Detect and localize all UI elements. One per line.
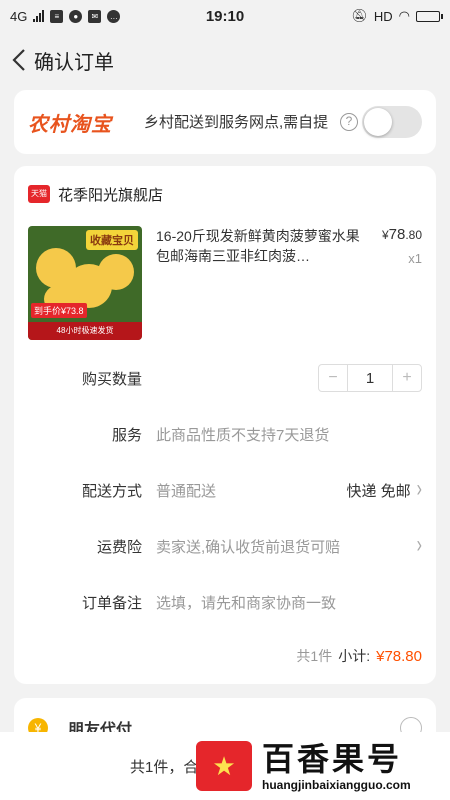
service-label: 服务	[111, 426, 142, 444]
status-right: 🔕︎ HD ◠	[270, 8, 443, 24]
order-summary: 共1件 小计: ¥78.80	[28, 646, 422, 666]
qq-icon: ●	[69, 9, 83, 23]
page-title: 确认订单	[34, 51, 114, 74]
rural-delivery-toggle[interactable]	[362, 106, 422, 138]
hd-label: HD	[373, 8, 393, 24]
wifi-icon: ◠	[398, 8, 410, 23]
bottom-count: 共1件，合	[130, 758, 199, 776]
watermark-url: huangjinbaixiangguo.com	[262, 778, 411, 792]
message-icon: …	[107, 9, 121, 23]
product-row[interactable]: 收藏宝贝 到手价¥73.8 48小时极速发货 16-20斤现发新鲜黄肉菠萝蜜水果…	[28, 226, 422, 340]
shop-header[interactable]: 天猫 花季阳光旗舰店	[28, 180, 422, 208]
toggle-knob	[364, 108, 392, 136]
mute-icon: 🔕︎	[351, 8, 368, 23]
product-title: 16-20斤现发新鲜黄肉菠萝蜜水果包邮海南三亚非红肉菠…	[156, 228, 360, 264]
watermark: ★ 百香果号 huangjinbaixiangguo.com	[190, 732, 450, 800]
insurance-right: ›	[417, 533, 422, 559]
rural-taobao-logo: 农村淘宝	[28, 113, 112, 136]
chevron-right-icon: ›	[416, 532, 422, 559]
product-price-col: ¥78.80 x1	[364, 226, 422, 340]
insurance-label: 运费险	[96, 538, 142, 556]
service-row: 服务 此商品性质不支持7天退货	[28, 406, 422, 462]
tmall-icon: 天猫	[28, 185, 50, 203]
subtotal-label: 小计:	[338, 648, 371, 664]
news-app-icon: ≡	[50, 9, 64, 23]
watermark-title: 百香果号	[262, 741, 403, 777]
insurance-value: 卖家送,确认收货前退货可赔	[156, 538, 341, 556]
network-label: 4G	[10, 8, 28, 24]
status-bar: 4G ≡ ● ✉ … 19:10 🔕︎ HD ◠	[0, 0, 450, 32]
image-banner: 收藏宝贝	[86, 230, 138, 250]
nav-bar: 确认订单	[0, 32, 450, 88]
quantity-value[interactable]: 1	[347, 365, 393, 391]
watermark-text: 百香果号 huangjinbaixiangguo.com	[252, 740, 411, 792]
shop-name: 花季阳光旗舰店	[58, 186, 164, 204]
summary-count: 共1件	[296, 648, 333, 664]
product-image: 收藏宝贝 到手价¥73.8 48小时极速发货	[28, 226, 142, 340]
product-qty: x1	[408, 251, 422, 266]
signal-icon	[33, 10, 45, 22]
status-left: 4G ≡ ● ✉ …	[10, 9, 180, 24]
delivery-row[interactable]: 配送方式 普通配送 快递 免邮 ›	[28, 462, 422, 518]
delivery-value: 普通配送	[156, 482, 217, 500]
battery-icon	[416, 10, 443, 22]
rural-delivery-card: 农村淘宝 乡村配送到服务网点,需自提 ?	[14, 90, 436, 154]
insurance-row[interactable]: 运费险 卖家送,确认收货前退货可赔 ›	[28, 518, 422, 574]
product-price: ¥78.80	[381, 226, 422, 243]
watermark-logo: ★	[196, 741, 252, 791]
quantity-label: 购买数量	[81, 370, 142, 388]
image-strip: 48小时极速发货	[28, 322, 142, 340]
note-row: 订单备注 选填，请先和商家协商一致	[28, 574, 422, 630]
rural-delivery-text: 乡村配送到服务网点,需自提	[144, 113, 329, 131]
subtotal-price: ¥78.80	[376, 648, 422, 665]
image-price-tag: 到手价¥73.8	[31, 303, 87, 318]
help-icon[interactable]: ?	[340, 113, 358, 131]
quantity-stepper[interactable]: − 1 +	[318, 364, 422, 392]
service-value: 此商品性质不支持7天退货	[156, 426, 330, 444]
status-time: 19:10	[205, 7, 245, 25]
delivery-right: 快递 免邮 ›	[346, 476, 423, 503]
plus-button[interactable]: +	[393, 365, 421, 391]
note-label: 订单备注	[81, 594, 142, 612]
back-button[interactable]	[6, 45, 32, 75]
chevron-right-icon: ›	[416, 476, 422, 503]
wechat-icon: ✉	[88, 9, 102, 23]
fruit-shape	[98, 254, 134, 290]
chevron-left-icon	[12, 49, 25, 71]
delivery-label: 配送方式	[81, 482, 142, 500]
order-card: 天猫 花季阳光旗舰店 收藏宝贝 到手价¥73.8 48小时极速发货 16-20斤…	[14, 166, 436, 684]
note-input[interactable]: 选填，请先和商家协商一致	[156, 592, 422, 613]
quantity-row: 购买数量 − 1 +	[28, 350, 422, 406]
minus-button[interactable]: −	[319, 365, 347, 391]
delivery-method: 快递 免邮	[346, 482, 411, 500]
